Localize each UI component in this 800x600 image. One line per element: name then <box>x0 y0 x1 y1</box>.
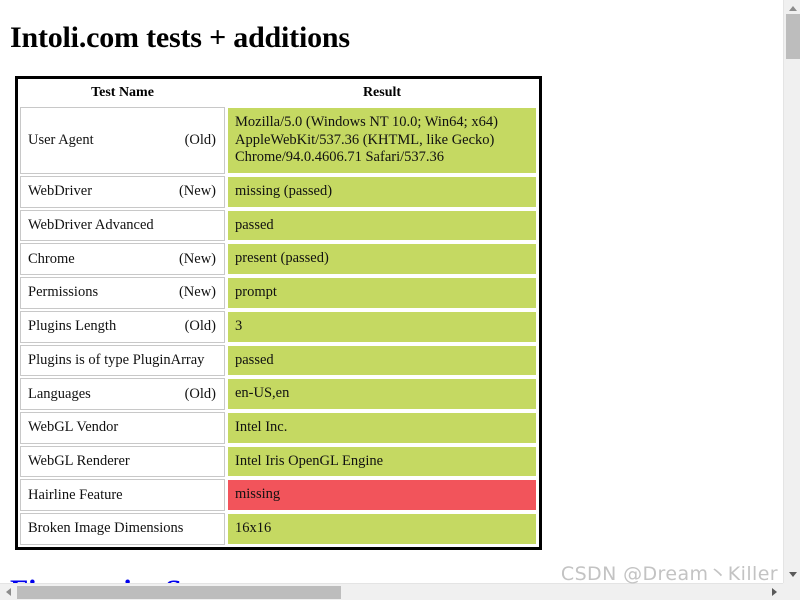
scroll-right-arrow-icon[interactable] <box>766 584 783 600</box>
table-row: Plugins Length (Old) 3 <box>20 310 537 343</box>
test-name-label: Broken Image Dimensions <box>28 520 184 537</box>
test-age-label: (New) <box>178 250 216 267</box>
page-title: Intoli.com tests + additions <box>10 21 350 54</box>
test-result-line: passed <box>235 216 274 233</box>
horizontal-scrollbar-thumb[interactable] <box>17 586 341 599</box>
test-result-line: 3 <box>235 317 243 334</box>
test-age-label: (New) <box>178 284 216 301</box>
test-name-cell: User Agent (Old) <box>20 107 225 175</box>
scrollbar-corner <box>783 583 800 600</box>
scroll-left-arrow-icon[interactable] <box>0 584 17 600</box>
test-age-label: (New) <box>178 183 216 200</box>
test-result-line: Mozilla/5.0 (Windows NT 10.0; Win64; x64… <box>235 114 498 130</box>
test-result-line: prompt <box>235 284 277 301</box>
table-row: User Agent (Old) Mozilla/5.0 (Windows NT 1… <box>20 107 537 175</box>
test-result-line: passed <box>235 351 274 368</box>
table-row: WebDriver (New) missing (passed) <box>20 176 537 208</box>
section-title: Fingerprint Scanner tests <box>10 574 775 583</box>
section-title-suffix: tests <box>268 574 331 583</box>
test-name-cell: WebDriver (New) <box>20 176 225 208</box>
test-result-line: 16x16 <box>235 519 272 536</box>
test-name-label: WebDriver <box>28 183 93 200</box>
test-name-cell: Permissions (New) <box>20 277 225 309</box>
test-name-cell: Hairline Feature <box>20 479 225 511</box>
test-result-cell: missing <box>227 479 537 511</box>
page-content: Intoli.com tests + additions Test Name R… <box>0 21 783 583</box>
test-result-line: AppleWebKit/537.36 (KHTML, like Gecko) <box>235 131 495 148</box>
horizontal-scrollbar[interactable] <box>0 583 783 600</box>
test-name-label: Chrome <box>28 250 75 267</box>
vertical-scrollbar-thumb[interactable] <box>786 14 800 59</box>
test-name-cell: WebGL Renderer <box>20 445 225 478</box>
table-header-row: Test Name Result <box>20 81 537 105</box>
page-viewport: Intoli.com tests + additions Test Name R… <box>0 0 783 583</box>
table-row: Languages (Old) en-US,en <box>20 378 537 410</box>
test-result-line: en-US,en <box>235 385 290 402</box>
fingerprint-results-table: Test Name Result User Agent (Old) Mozilla/… <box>15 76 542 550</box>
vertical-scrollbar[interactable] <box>783 0 800 583</box>
scroll-down-arrow-icon[interactable] <box>784 566 800 583</box>
test-result-cell: 3 <box>227 310 537 343</box>
test-result-line: missing <box>235 486 281 503</box>
table-row: Broken Image Dimensions 16x16 <box>20 512 537 545</box>
table-row: Plugins is of type PluginArray passed <box>20 344 537 377</box>
test-name-label: Plugins Length <box>28 318 117 335</box>
test-name-cell: Broken Image Dimensions <box>20 512 225 545</box>
test-result-line: present (passed) <box>235 250 329 267</box>
test-result-cell: present (passed) <box>227 243 537 276</box>
table-row: Chrome (New) present (passed) <box>20 243 537 276</box>
test-name-cell: Plugins is of type PluginArray <box>20 344 225 377</box>
test-age-label: (Old) <box>184 318 216 335</box>
test-name-cell: Plugins Length (Old) <box>20 310 225 343</box>
test-result-line: Chrome/94.0.4606.71 Safari/537.36 <box>235 149 445 166</box>
test-result-cell: 16x16 <box>227 512 537 545</box>
test-name-label: WebDriver Advanced <box>28 217 154 234</box>
test-result-cell: Intel Inc. <box>227 411 537 444</box>
test-result-cell: Intel Iris OpenGL Engine <box>227 445 537 478</box>
column-header-result: Result <box>227 81 537 105</box>
test-name-cell: WebGL Vendor <box>20 411 225 444</box>
table-row: WebDriver Advanced passed <box>20 209 537 242</box>
test-result-cell: passed <box>227 344 537 377</box>
column-header-test-name: Test Name <box>20 81 225 105</box>
test-result-cell: prompt <box>227 277 537 309</box>
table-row: WebGL Vendor Intel Inc. <box>20 411 537 444</box>
test-name-cell: Chrome (New) <box>20 243 225 276</box>
test-result-cell: passed <box>227 209 537 242</box>
fingerprint-scanner-link[interactable]: Fingerprint Scanner <box>10 574 268 583</box>
test-result-line: Intel Inc. <box>235 418 288 435</box>
test-name-label: WebGL Vendor <box>28 419 119 436</box>
test-name-cell: Languages (Old) <box>20 378 225 410</box>
test-age-label: (Old) <box>184 385 216 402</box>
test-result-cell: en-US,en <box>227 378 537 410</box>
test-name-cell: WebDriver Advanced <box>20 209 225 242</box>
table-row: WebGL Renderer Intel Iris OpenGL Engine <box>20 445 537 478</box>
test-name-label: User Agent <box>28 132 94 149</box>
test-name-label: Languages <box>28 385 91 402</box>
test-age-label: (Old) <box>184 132 216 149</box>
test-result-line: Intel Iris OpenGL Engine <box>235 452 384 469</box>
test-name-label: WebGL Renderer <box>28 452 130 469</box>
table-row: Hairline Feature missing <box>20 479 537 511</box>
table-header: Test Name Result <box>20 81 537 105</box>
test-name-label: Plugins is of type PluginArray <box>28 351 205 368</box>
test-name-label: Permissions <box>28 284 99 301</box>
test-result-cell: Mozilla/5.0 (Windows NT 10.0; Win64; x64… <box>227 107 537 175</box>
table-body: User Agent (Old) Mozilla/5.0 (Windows NT 1… <box>20 107 537 545</box>
table-row: Permissions (New) prompt <box>20 277 537 309</box>
test-result-cell: missing (passed) <box>227 176 537 208</box>
test-name-label: Hairline Feature <box>28 486 123 503</box>
test-result-line: missing (passed) <box>235 183 333 200</box>
